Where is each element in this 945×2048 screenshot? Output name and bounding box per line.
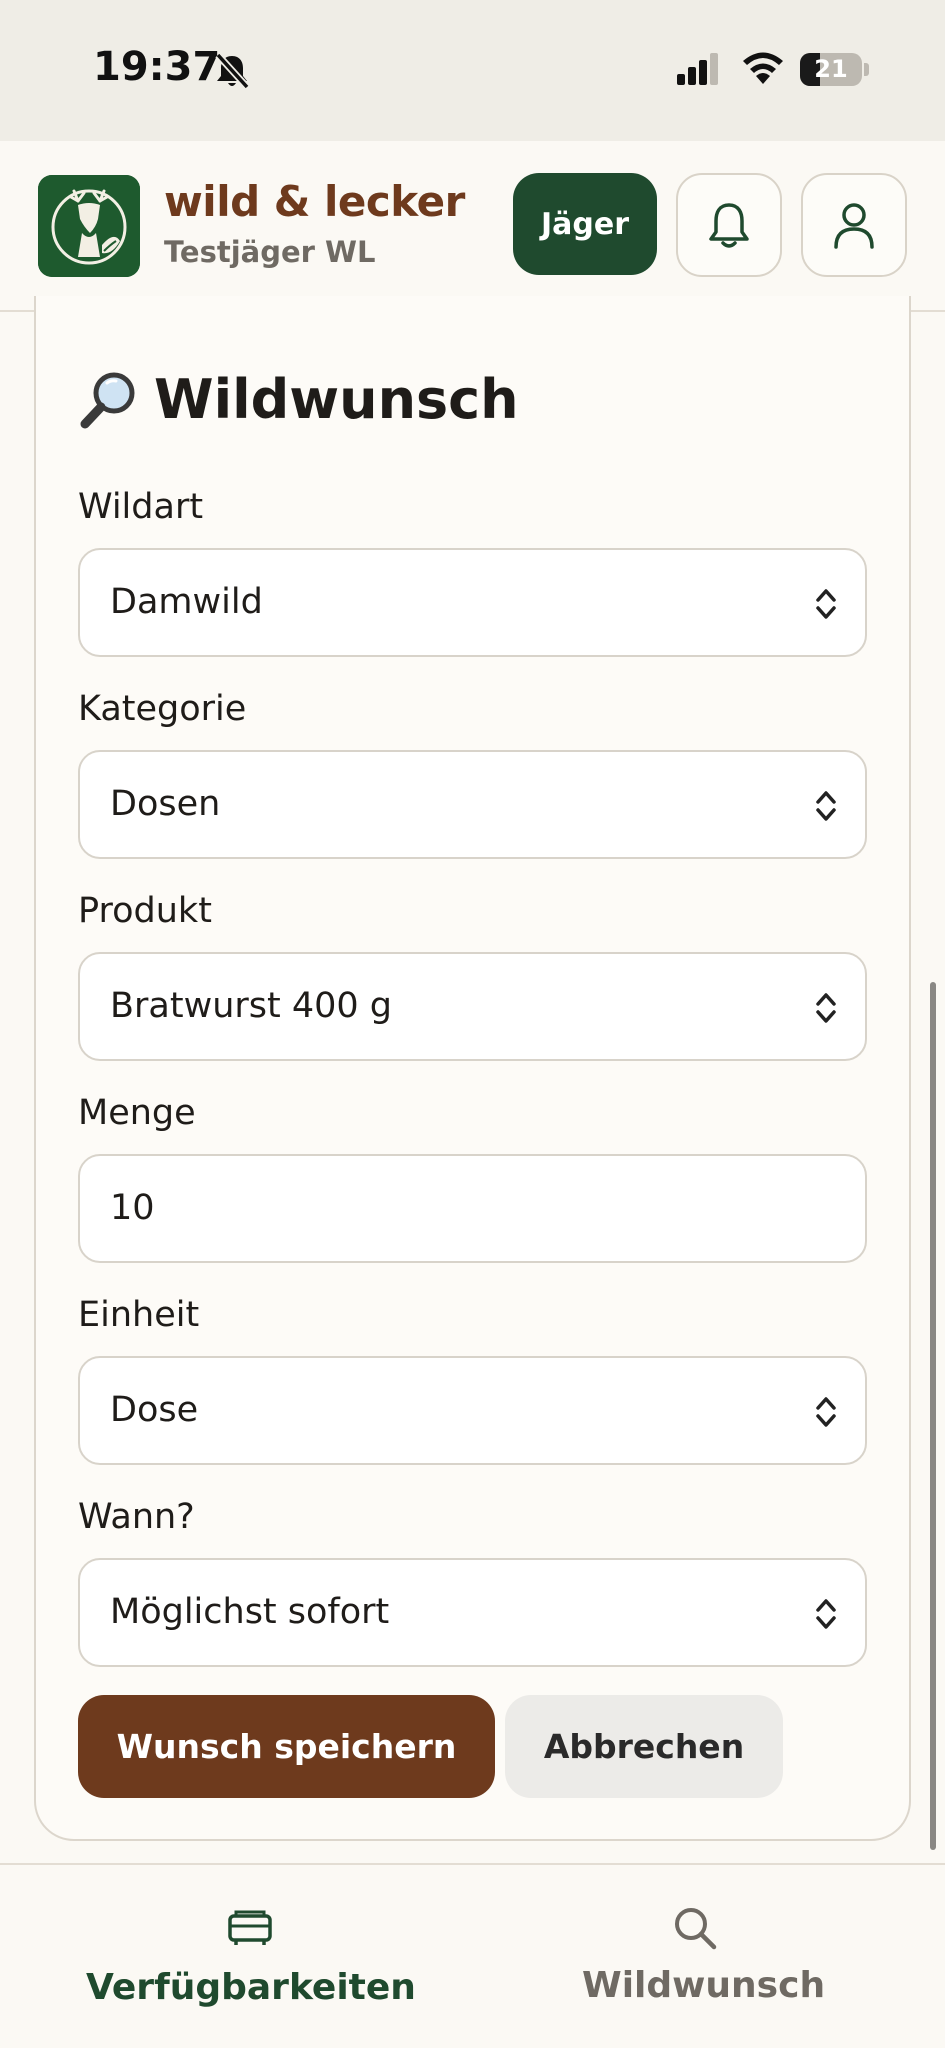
menge-label: Menge [78,1093,196,1133]
nav-item-verfuegbarkeiten[interactable]: Verfügbarkeiten [60,1865,440,2048]
signal-icon [677,53,718,85]
role-button[interactable]: Jäger [513,173,657,275]
produkt-value: Bratwurst 400 g [110,986,392,1026]
kategorie-select[interactable]: Dosen [78,750,867,859]
user-icon [834,203,874,249]
einheit-select[interactable]: Dose [78,1356,867,1465]
wildart-label: Wildart [78,487,204,527]
chevron-updown-icon [816,589,836,619]
wann-value: Möglichst sofort [110,1592,390,1632]
nav-label-verfuegbarkeiten: Verfügbarkeiten [86,1967,416,2008]
wifi-icon [743,52,783,84]
battery-level: 21 [814,55,848,83]
notifications-button[interactable] [676,173,782,277]
nav-label-wildwunsch: Wildwunsch [582,1965,826,2006]
save-wish-button[interactable]: Wunsch speichern [78,1695,495,1798]
scrollbar[interactable] [930,982,936,1850]
form-title-text: Wildwunsch [154,368,519,431]
chevron-updown-icon [816,791,836,821]
availability-icon [228,1910,272,1945]
user-name: Testjäger WL [164,235,376,269]
nav-item-wildwunsch[interactable]: Wildwunsch [560,1865,860,2048]
status-time: 19:37 [93,44,221,90]
brand-name: wild & lecker [164,177,465,226]
bell-icon [709,203,749,248]
chevron-updown-icon [816,1599,836,1629]
wildart-value: Damwild [110,582,263,622]
wann-label: Wann? [78,1497,195,1537]
cancel-button[interactable]: Abbrechen [505,1695,783,1798]
kategorie-label: Kategorie [78,689,247,729]
bell-off-icon [215,52,250,90]
profile-button[interactable] [801,173,907,277]
kategorie-value: Dosen [110,784,221,824]
magnifier-icon [80,372,135,428]
wann-select[interactable]: Möglichst sofort [78,1558,867,1667]
bottom-nav: Verfügbarkeiten Wildwunsch [0,1863,945,2048]
menge-input[interactable]: 10 [78,1154,867,1263]
app-header: wild & lecker Testjäger WL Jäger [0,141,945,312]
search-icon [675,1908,717,1950]
battery-tip [864,63,869,76]
chevron-updown-icon [816,1397,836,1427]
deer-logo-icon[interactable] [38,175,140,277]
form-title: Wildwunsch [78,368,519,431]
wildart-select[interactable]: Damwild [78,548,867,657]
status-bar: 19:37 21 [0,0,945,141]
chevron-updown-icon [816,993,836,1023]
einheit-label: Einheit [78,1295,200,1335]
menge-value: 10 [110,1188,155,1228]
produkt-label: Produkt [78,891,212,931]
battery-icon: 21 [800,53,862,86]
einheit-value: Dose [110,1390,199,1430]
produkt-select[interactable]: Bratwurst 400 g [78,952,867,1061]
